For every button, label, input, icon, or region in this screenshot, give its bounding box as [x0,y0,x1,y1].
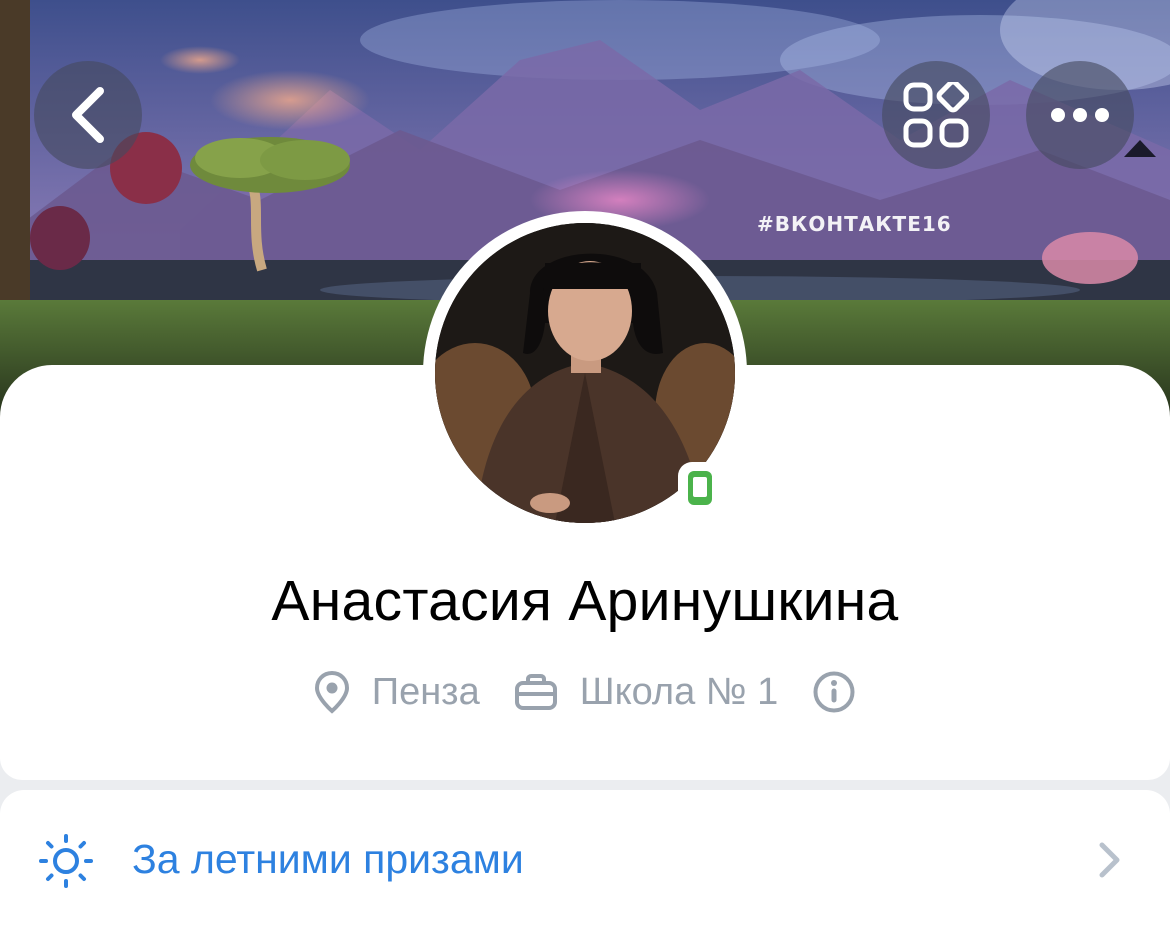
back-button[interactable] [34,61,142,169]
info-circle-icon [812,670,856,714]
chevron-left-icon [72,87,104,143]
profile-work: Школа № 1 [514,670,779,714]
online-status-badge [678,462,722,514]
profile-info-button[interactable] [812,670,856,714]
profile-city: Пенза [314,670,480,714]
mobile-online-icon [688,471,712,505]
profile-name: Анастасия Аринушкина [271,569,899,633]
location-pin-icon [314,670,350,714]
apps-button[interactable] [882,61,990,169]
profile-city-label: Пенза [371,670,480,713]
profile-meta: Пенза Школа № 1 [0,670,1170,714]
more-button[interactable] [1026,61,1134,169]
more-horizontal-icon [1051,108,1109,122]
briefcase-icon [514,673,558,711]
cover-hashtag: #ВКОНТАКТЕ16 [757,212,952,236]
status-label: За летними призами [132,836,524,882]
status-row[interactable]: За летними призами [0,790,1170,932]
profile-work-label: Школа № 1 [579,670,779,713]
apps-grid-icon [903,82,969,148]
sun-icon [38,833,94,893]
chevron-right-icon [1094,840,1124,884]
